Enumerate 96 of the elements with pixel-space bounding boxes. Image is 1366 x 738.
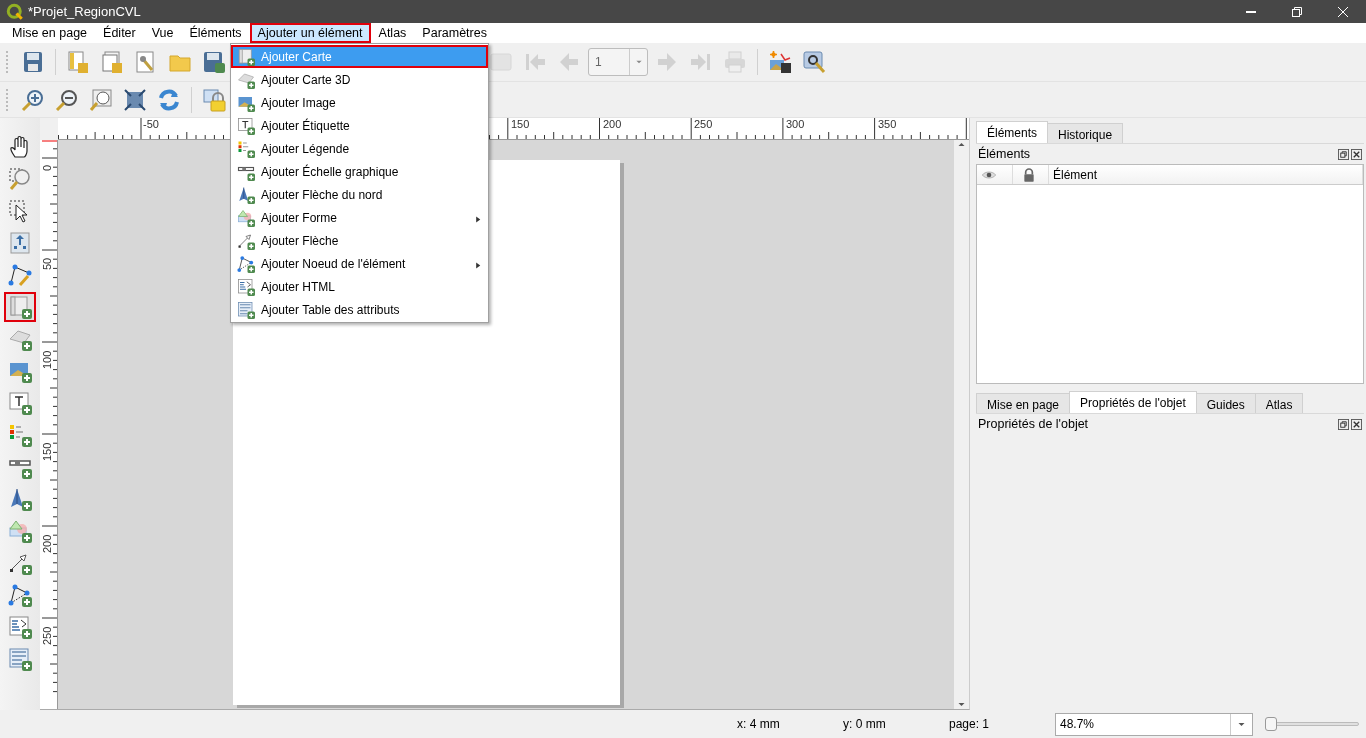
zoom-out-icon	[55, 87, 79, 112]
panel-tab[interactable]: Atlas	[1254, 393, 1304, 413]
close-icon	[1351, 418, 1362, 430]
north-arrow-icon	[237, 185, 255, 204]
panel-tab[interactable]: Propriétés de l'objet	[1069, 391, 1197, 413]
ruler-label: 350	[878, 119, 897, 130]
panel-tab[interactable]: Éléments	[976, 121, 1049, 143]
map-icon	[237, 47, 255, 66]
arrow-icon	[237, 231, 255, 250]
ruler-label: 250	[42, 626, 53, 645]
ruler-label: 150	[42, 442, 53, 461]
add-3d-map-icon	[8, 327, 32, 351]
ruler-label: 300	[786, 119, 805, 130]
restore-icon	[1292, 6, 1302, 17]
menu-item[interactable]: Ajouter Carte 3D	[231, 68, 488, 91]
add-label-icon	[8, 391, 32, 415]
ruler-label: 0	[42, 164, 53, 171]
shape-icon	[237, 208, 255, 227]
export-icon	[768, 50, 792, 74]
float-icon	[1338, 148, 1349, 160]
status-text: y: 0 mm	[843, 716, 887, 733]
zoom-full-icon	[123, 87, 147, 112]
menu-item[interactable]: Atlas	[370, 23, 415, 43]
menu-item[interactable]: Ajouter HTML	[231, 275, 488, 298]
panel-tab[interactable]: Guides	[1195, 393, 1256, 413]
printer-icon	[723, 50, 747, 74]
column-header: Élément	[1049, 165, 1363, 184]
panel-tab[interactable]: Mise en page	[976, 393, 1071, 413]
edit-nodes-icon	[8, 263, 32, 287]
zoom-in-icon	[21, 87, 45, 112]
add-node-icon	[8, 583, 32, 607]
ruler-label: 200	[42, 534, 53, 553]
panel-tab[interactable]: Historique	[1047, 123, 1124, 143]
add-north-arrow-icon	[8, 487, 32, 511]
add-legend-icon	[8, 423, 32, 447]
panel-title: Propriétés de l'objet	[978, 415, 1089, 433]
node-icon	[237, 254, 255, 273]
menu-item[interactable]: Ajouter Noeud de l'élément	[231, 252, 488, 275]
window-title: *Projet_RegionCVL	[28, 2, 141, 21]
menu-item[interactable]: Ajouter Flèche	[231, 229, 488, 252]
panel-title: Éléments	[978, 145, 1031, 163]
move-content-icon	[8, 231, 32, 255]
status-text: x: 4 mm	[737, 716, 781, 733]
next-arrow-icon	[655, 50, 679, 74]
menu-item[interactable]: Ajouter Image	[231, 91, 488, 114]
add-html-icon	[8, 615, 32, 639]
3d-map-icon	[237, 70, 255, 89]
zoom-combo[interactable]: 48.7%	[1055, 712, 1253, 736]
scroll-down-icon	[957, 700, 966, 709]
menu-item[interactable]: Ajouter Forme	[231, 206, 488, 229]
map-icon	[489, 50, 513, 74]
new-layout-icon	[66, 50, 90, 74]
lock-icon	[202, 87, 226, 112]
menu-item[interactable]: Ajouter Table des attributs	[231, 298, 488, 321]
menu-item[interactable]: Vue	[143, 23, 182, 43]
menu-item[interactable]: Éléments	[181, 23, 250, 43]
minimize-icon	[1246, 10, 1256, 13]
ruler-label: 250	[694, 119, 713, 130]
add-table-icon	[8, 647, 32, 671]
status-text: page: 1	[949, 716, 991, 733]
menu-item[interactable]: Ajouter Étiquette	[231, 114, 488, 137]
zoom-slider-thumb[interactable]	[1264, 717, 1277, 731]
lock-icon	[1021, 166, 1037, 183]
menu-item[interactable]: Ajouter Échelle graphique	[231, 160, 488, 183]
zoom-actual-icon	[89, 87, 113, 112]
menu-item[interactable]: Ajouter Flèche du nord	[231, 183, 488, 206]
html-icon	[237, 277, 255, 296]
app-logo-icon	[6, 2, 24, 21]
refresh-icon	[157, 87, 181, 112]
menu-item[interactable]: Éditer	[95, 23, 144, 43]
ruler-label: 150	[511, 119, 530, 130]
save-icon	[21, 50, 45, 74]
legend-icon	[237, 139, 255, 158]
add-arrow-icon	[8, 551, 32, 575]
save-template-icon	[202, 50, 226, 74]
menu-item[interactable]: Paramètres	[414, 23, 495, 43]
caret-icon	[634, 58, 643, 66]
atlas-settings-icon	[802, 50, 826, 74]
add-map-icon	[8, 295, 32, 319]
ruler-label: -50	[143, 119, 159, 130]
duplicate-layout-icon	[100, 50, 124, 74]
menu-item[interactable]: Ajouter Légende	[231, 137, 488, 160]
zoom-icon	[8, 167, 32, 191]
table-icon	[237, 300, 255, 319]
close-icon	[1351, 148, 1362, 160]
ruler-label: 50	[42, 257, 53, 270]
label-icon	[237, 116, 255, 135]
float-icon	[1338, 418, 1349, 430]
vertical-scrollbar[interactable]	[954, 140, 969, 709]
menu-item[interactable]: Ajouter un élément	[249, 23, 371, 43]
menu-item[interactable]: Mise en page	[4, 23, 96, 43]
add-shape-icon	[8, 519, 32, 543]
tool-button[interactable]	[4, 292, 36, 322]
ruler-label: 200	[603, 119, 622, 130]
ruler-label: 100	[42, 350, 53, 369]
close-icon	[1338, 6, 1348, 17]
